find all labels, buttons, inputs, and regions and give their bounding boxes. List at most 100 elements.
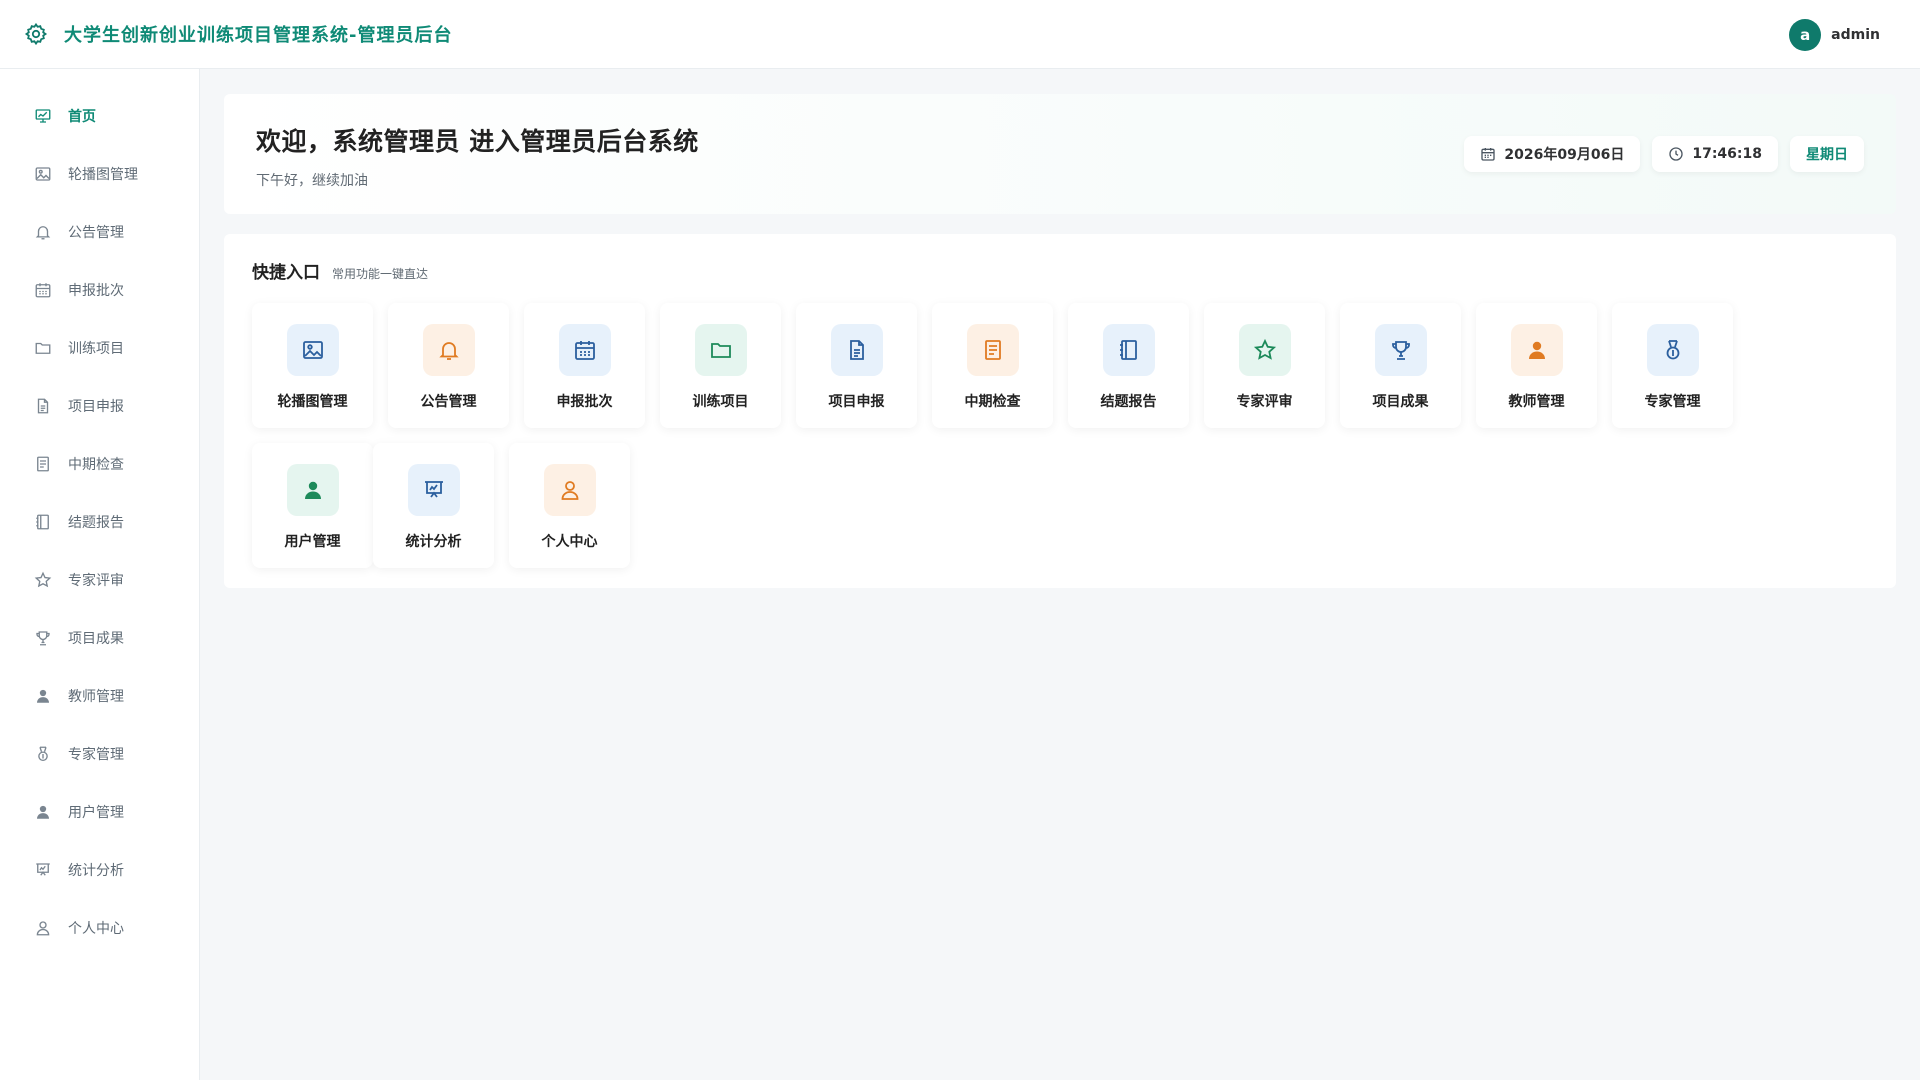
user-outline-icon	[34, 919, 52, 937]
quick-card-label: 用户管理	[284, 534, 341, 550]
quick-card-tile	[286, 464, 339, 516]
checklist-icon	[981, 338, 1005, 362]
sidebar-item-1[interactable]: 首页	[0, 87, 199, 145]
quick-entry-grid: 轮播图管理 公告管理 申报批次 训练项目 项目申报 中期检查 结题报告 专家评审 项目成果 教师管…	[252, 303, 1868, 583]
sidebar-item-13[interactable]: 用户管理	[0, 783, 199, 841]
app-title: 大学生创新创业训练项目管理系统-管理员后台	[64, 25, 453, 46]
quick-card-tile	[1374, 324, 1427, 376]
sidebar-item-label: 公告管理	[68, 225, 124, 241]
sidebar-item-15[interactable]: 个人中心	[0, 899, 199, 957]
quick-card-label: 申报批次	[556, 394, 613, 410]
quick-entry-header: 快捷入口 常用功能一键直达	[252, 258, 1868, 283]
quick-card-tile	[1646, 324, 1699, 376]
quick-card-label: 轮播图管理	[277, 394, 348, 410]
quick-card-label: 统计分析	[405, 534, 462, 550]
quick-card-6[interactable]: 中期检查	[932, 303, 1053, 428]
quick-card-tile	[558, 324, 611, 376]
calendar-icon	[34, 281, 52, 299]
quick-entry-title: 快捷入口	[252, 263, 320, 283]
bell-icon	[34, 223, 52, 241]
folder-icon	[34, 339, 52, 357]
sidebar-item-9[interactable]: 专家评审	[0, 551, 199, 609]
sidebar-item-8[interactable]: 结题报告	[0, 493, 199, 551]
sidebar-item-12[interactable]: 专家管理	[0, 725, 199, 783]
username[interactable]: admin	[1831, 27, 1880, 43]
sidebar-item-label: 教师管理	[68, 689, 124, 705]
quick-card-5[interactable]: 项目申报	[796, 303, 917, 428]
sidebar-item-10[interactable]: 项目成果	[0, 609, 199, 667]
sidebar-item-label: 统计分析	[68, 863, 124, 879]
quick-card-tile	[1238, 324, 1291, 376]
star-icon	[34, 571, 52, 589]
quick-card-label: 公告管理	[420, 394, 477, 410]
quick-card-8[interactable]: 专家评审	[1204, 303, 1325, 428]
date-text: 2026年09月06日	[1504, 147, 1625, 163]
avatar[interactable]: a	[1789, 19, 1822, 51]
calendar-icon	[573, 338, 597, 362]
quick-card-label: 个人中心	[541, 534, 598, 550]
quick-card-2[interactable]: 公告管理	[388, 303, 509, 428]
quick-card-9[interactable]: 项目成果	[1340, 303, 1461, 428]
star-icon	[1253, 338, 1277, 362]
quick-card-11[interactable]: 专家管理	[1612, 303, 1733, 428]
user-filled-icon	[34, 687, 52, 705]
quick-card-12[interactable]: 用户管理	[252, 443, 373, 568]
sidebar-item-5[interactable]: 训练项目	[0, 319, 199, 377]
clock-icon	[1668, 146, 1684, 162]
image-icon	[301, 338, 325, 362]
trophy-icon	[34, 629, 52, 647]
time-text: 17:46:18	[1692, 146, 1762, 162]
sidebar-item-label: 用户管理	[68, 805, 124, 821]
sidebar-item-label: 首页	[68, 109, 96, 125]
sidebar-item-label: 申报批次	[68, 283, 124, 299]
quick-card-tile	[422, 324, 475, 376]
quick-card-10[interactable]: 教师管理	[1476, 303, 1597, 428]
quick-card-1[interactable]: 轮播图管理	[252, 303, 373, 428]
weekday-text: 星期日	[1806, 147, 1848, 163]
quick-card-tile	[407, 464, 460, 516]
quick-card-label: 结题报告	[1100, 394, 1157, 410]
sidebar-item-14[interactable]: 统计分析	[0, 841, 199, 899]
quick-card-14[interactable]: 个人中心	[509, 443, 630, 568]
quick-card-4[interactable]: 训练项目	[660, 303, 781, 428]
user-filled-icon	[1525, 338, 1549, 362]
sidebar-item-label: 项目申报	[68, 399, 124, 415]
calendar-icon	[1480, 146, 1496, 162]
sidebar-item-label: 专家管理	[68, 747, 124, 763]
quick-card-label: 中期检查	[964, 394, 1021, 410]
image-icon	[34, 165, 52, 183]
quick-card-3[interactable]: 申报批次	[524, 303, 645, 428]
user-menu[interactable]: a admin	[1789, 19, 1880, 51]
presentation-icon	[422, 478, 446, 502]
notebook-icon	[34, 513, 52, 531]
user-filled-icon	[301, 478, 325, 502]
quick-card-tile	[830, 324, 883, 376]
sidebar-item-3[interactable]: 公告管理	[0, 203, 199, 261]
sidebar-item-6[interactable]: 项目申报	[0, 377, 199, 435]
quick-card-tile	[694, 324, 747, 376]
folder-icon	[709, 338, 733, 362]
sidebar-item-4[interactable]: 申报批次	[0, 261, 199, 319]
sidebar-item-11[interactable]: 教师管理	[0, 667, 199, 725]
quick-card-label: 专家管理	[1644, 394, 1701, 410]
sidebar-item-label: 个人中心	[68, 921, 124, 937]
sidebar-item-7[interactable]: 中期检查	[0, 435, 199, 493]
quick-card-tile	[1102, 324, 1155, 376]
gear-icon	[24, 20, 52, 48]
medal-icon	[1661, 338, 1685, 362]
date-chip: 2026年09月06日	[1464, 136, 1641, 172]
document-icon	[845, 338, 869, 362]
welcome-banner: 欢迎，系统管理员 进入管理员后台系统 下午好，继续加油 2026年09月06日 …	[224, 94, 1896, 214]
trophy-icon	[1389, 338, 1413, 362]
quick-card-label: 项目成果	[1372, 394, 1429, 410]
quick-entry-panel: 快捷入口 常用功能一键直达 轮播图管理 公告管理 申报批次 训练项目 项目申报 中期检查 结…	[224, 234, 1896, 588]
sidebar-item-label: 训练项目	[68, 341, 124, 357]
quick-card-label: 训练项目	[692, 394, 749, 410]
sidebar-item-2[interactable]: 轮播图管理	[0, 145, 199, 203]
medal-icon	[34, 745, 52, 763]
quick-card-13[interactable]: 统计分析	[373, 443, 494, 568]
document-icon	[34, 397, 52, 415]
chart-icon	[34, 107, 52, 125]
sidebar-item-label: 项目成果	[68, 631, 124, 647]
quick-card-7[interactable]: 结题报告	[1068, 303, 1189, 428]
